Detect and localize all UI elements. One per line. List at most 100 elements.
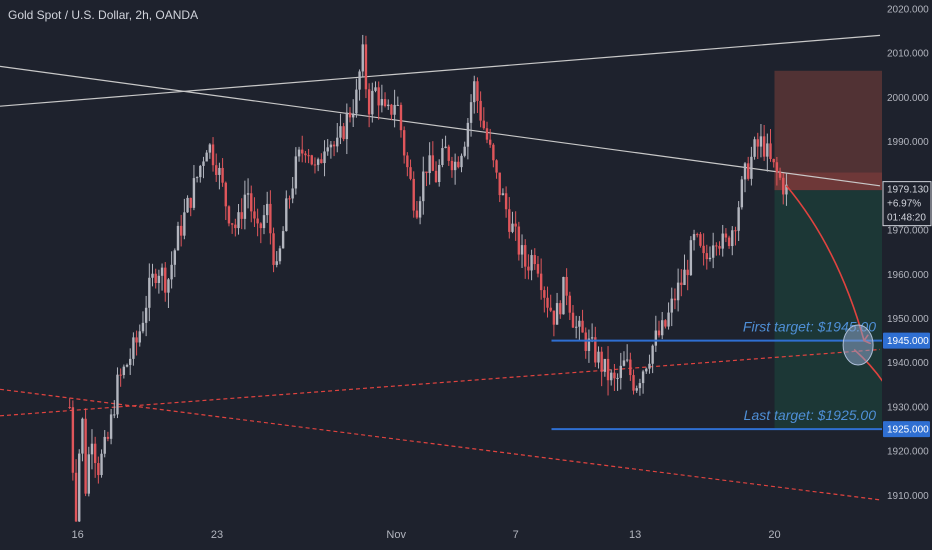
candle-body[interactable] — [501, 193, 505, 196]
candle-body[interactable] — [769, 143, 772, 159]
candle-body[interactable] — [157, 275, 161, 284]
candle-body[interactable] — [278, 248, 282, 262]
candle-body[interactable] — [632, 375, 635, 391]
candle-body[interactable] — [199, 165, 202, 178]
candle-body[interactable] — [390, 104, 393, 115]
candle-body[interactable] — [622, 360, 626, 366]
candle-body[interactable] — [358, 71, 361, 90]
candle-body[interactable] — [418, 201, 422, 218]
candle-body[interactable] — [740, 179, 744, 208]
candle-body[interactable] — [361, 44, 364, 72]
candle-body[interactable] — [409, 167, 412, 179]
candle-body[interactable] — [536, 264, 540, 274]
candle-body[interactable] — [412, 178, 415, 211]
candle-body[interactable] — [221, 167, 224, 183]
candle-body[interactable] — [680, 282, 683, 285]
candle-body[interactable] — [211, 144, 215, 166]
candle-body[interactable] — [766, 143, 769, 157]
candle-body[interactable] — [696, 234, 699, 236]
candle-body[interactable] — [718, 246, 721, 249]
candle-body[interactable] — [93, 443, 97, 464]
candle-body[interactable] — [129, 358, 132, 365]
candle-body[interactable] — [692, 234, 696, 241]
candle-body[interactable] — [227, 206, 231, 224]
candle-body[interactable] — [734, 230, 737, 232]
candle-body[interactable] — [460, 155, 463, 168]
candle-body[interactable] — [590, 337, 594, 339]
candle-body[interactable] — [686, 269, 689, 276]
candle-body[interactable] — [243, 194, 247, 219]
candle-body[interactable] — [396, 104, 399, 106]
candle-body[interactable] — [476, 81, 479, 101]
candle-body[interactable] — [336, 137, 339, 147]
candle-body[interactable] — [281, 231, 285, 249]
candle-body[interactable] — [524, 245, 527, 267]
candle-body[interactable] — [297, 149, 301, 157]
candle-body[interactable] — [246, 193, 250, 195]
candle-body[interactable] — [275, 261, 278, 265]
candle-body[interactable] — [339, 126, 342, 138]
candle-body[interactable] — [638, 383, 642, 389]
candle-body[interactable] — [113, 414, 116, 416]
candle-body[interactable] — [422, 171, 425, 202]
candle-body[interactable] — [355, 89, 358, 114]
candle-body[interactable] — [619, 365, 622, 378]
candle-body[interactable] — [399, 104, 403, 131]
candle-body[interactable] — [364, 44, 368, 90]
candle-body[interactable] — [654, 330, 658, 346]
candle-body[interactable] — [778, 172, 782, 178]
candle-body[interactable] — [584, 332, 587, 351]
candle-body[interactable] — [466, 122, 470, 147]
candle-body[interactable] — [508, 209, 511, 232]
candle-body[interactable] — [74, 472, 78, 522]
candle-body[interactable] — [402, 130, 406, 156]
trendline-3[interactable] — [0, 388, 881, 501]
candle-body[interactable] — [285, 198, 288, 232]
candle-body[interactable] — [428, 155, 431, 174]
candle-body[interactable] — [664, 320, 667, 327]
candle-body[interactable] — [97, 463, 100, 476]
candle-body[interactable] — [71, 407, 75, 473]
candle-body[interactable] — [543, 290, 546, 298]
candle-body[interactable] — [562, 276, 565, 315]
candle-body[interactable] — [383, 99, 387, 107]
candle-body[interactable] — [291, 188, 294, 199]
candle-body[interactable] — [747, 163, 750, 179]
candle-body[interactable] — [578, 320, 581, 327]
candle-body[interactable] — [262, 215, 266, 229]
candle-body[interactable] — [119, 374, 122, 376]
candle-body[interactable] — [183, 212, 186, 236]
candle-body[interactable] — [635, 388, 638, 391]
candle-body[interactable] — [641, 371, 645, 384]
candle-body[interactable] — [348, 112, 352, 118]
candle-body[interactable] — [699, 234, 702, 246]
candle-body[interactable] — [106, 436, 110, 439]
candle-body[interactable] — [176, 225, 180, 251]
candle-body[interactable] — [469, 102, 473, 123]
candle-body[interactable] — [568, 295, 572, 313]
candle-body[interactable] — [224, 182, 227, 207]
candle-body[interactable] — [294, 156, 298, 189]
candle-body[interactable] — [565, 276, 568, 296]
candle-body[interactable] — [135, 337, 138, 343]
candle-body[interactable] — [676, 282, 680, 301]
candle-body[interactable] — [571, 312, 575, 328]
candle-body[interactable] — [559, 303, 562, 315]
candle-body[interactable] — [103, 436, 106, 454]
candle-body[interactable] — [192, 178, 196, 208]
candle-body[interactable] — [90, 443, 94, 455]
candle-body[interactable] — [195, 177, 199, 179]
candle-body[interactable] — [272, 233, 275, 265]
candle-body[interactable] — [208, 144, 212, 153]
price-chart[interactable]: First target: $1945.00Last target: $1925… — [0, 0, 932, 550]
candle-body[interactable] — [597, 351, 600, 363]
candle-body[interactable] — [313, 164, 317, 166]
candle-body[interactable] — [702, 245, 705, 254]
candle-body[interactable] — [495, 160, 498, 173]
candle-body[interactable] — [310, 155, 313, 165]
candle-body[interactable] — [78, 453, 81, 522]
candle-body[interactable] — [425, 171, 428, 174]
candle-body[interactable] — [380, 99, 384, 106]
candle-body[interactable] — [727, 237, 731, 247]
candle-body[interactable] — [473, 81, 476, 103]
